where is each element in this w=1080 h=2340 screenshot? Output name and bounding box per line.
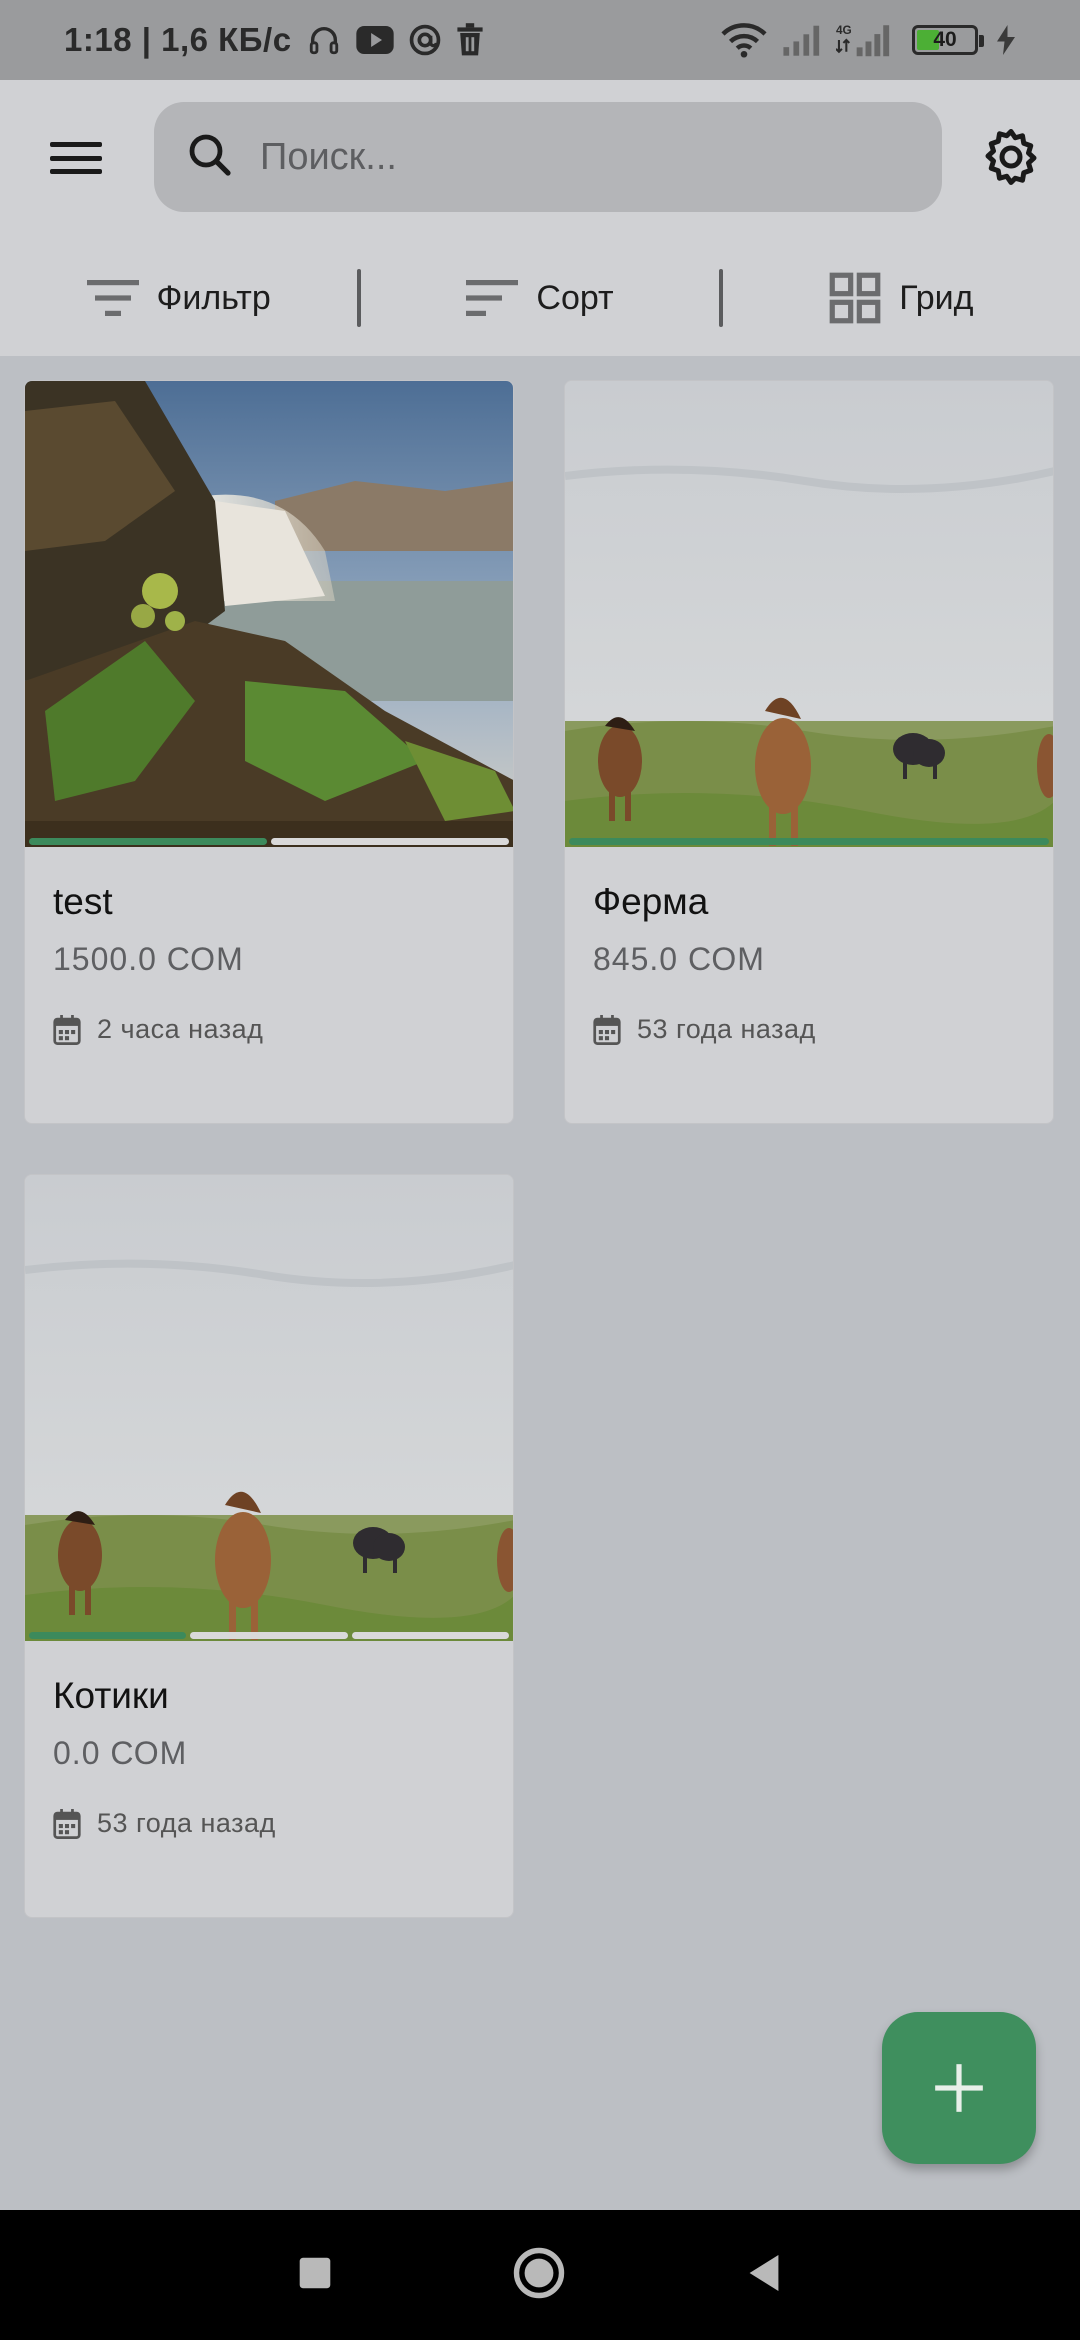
item-card[interactable]: Котики 0.0 СОМ 53 года назад — [24, 1174, 514, 1918]
carousel-segment — [190, 1632, 348, 1639]
item-title: Ферма — [593, 881, 709, 922]
trash-icon — [456, 23, 484, 57]
item-date-text: 53 года назад — [637, 1014, 816, 1044]
item-card[interactable]: test 1500.0 СОМ 2 часа назад — [24, 380, 514, 1124]
filter-button[interactable]: Фильтр — [0, 240, 357, 356]
plus-icon — [935, 2064, 983, 2112]
filter-icon — [86, 280, 139, 316]
recents-button[interactable] — [298, 2256, 332, 2295]
battery-indicator: 40 — [912, 25, 984, 55]
app-header: Фильтр Сорт Грид — [0, 80, 1080, 356]
at-sign-icon — [408, 23, 442, 57]
item-price: 845.0 СОМ — [593, 941, 765, 977]
search-icon — [186, 131, 234, 184]
item-price: 0.0 СОМ — [53, 1735, 188, 1771]
item-image-horses — [565, 381, 1053, 847]
search-input[interactable] — [260, 135, 900, 179]
home-circle-icon — [513, 2247, 565, 2298]
item-image-waterfall — [25, 381, 513, 847]
network-type-label: 4G — [836, 23, 852, 37]
gear-icon — [985, 129, 1037, 185]
grid-icon — [829, 272, 881, 324]
image-carousel-indicator — [569, 838, 1049, 845]
item-date: 53 года назад — [53, 1808, 485, 1839]
home-button[interactable] — [512, 2246, 566, 2305]
menu-button[interactable] — [40, 132, 112, 184]
item-date-text: 2 часа назад — [97, 1014, 264, 1044]
calendar-icon — [53, 1808, 81, 1839]
item-title: test — [53, 881, 113, 922]
search-bar[interactable] — [154, 102, 942, 212]
image-carousel-indicator — [29, 1632, 509, 1639]
grid-view-button[interactable]: Грид — [723, 240, 1080, 356]
status-bar: 1:18 | 1,6 КБ/с 4G 40 — [0, 0, 1080, 80]
toolbar: Фильтр Сорт Грид — [0, 240, 1080, 356]
menu-icon-line — [50, 142, 102, 147]
settings-button[interactable] — [978, 124, 1044, 190]
item-image-horses — [25, 1175, 513, 1641]
system-nav-bar — [0, 2210, 1080, 2340]
sort-label: Сорт — [536, 278, 614, 317]
item-date: 2 часа назад — [53, 1014, 485, 1045]
battery-percent: 40 — [933, 28, 957, 51]
add-item-button[interactable] — [882, 2012, 1036, 2164]
image-carousel-indicator — [29, 838, 509, 845]
item-price: 1500.0 СОМ — [53, 941, 244, 977]
youtube-icon — [355, 26, 394, 54]
carousel-segment — [271, 838, 509, 845]
item-card[interactable]: Ферма 845.0 СОМ 53 года назад — [564, 380, 1054, 1124]
square-icon — [299, 2257, 331, 2288]
grid-view-label: Грид — [899, 278, 974, 317]
signal-icon — [782, 24, 822, 56]
carousel-segment-active — [569, 838, 1049, 845]
carousel-segment — [351, 1632, 509, 1639]
sort-button[interactable]: Сорт — [361, 240, 718, 356]
filter-label: Фильтр — [156, 278, 271, 317]
headphones-icon — [306, 23, 342, 57]
signal-4g-icon: 4G — [836, 22, 898, 58]
menu-icon-line — [50, 155, 102, 161]
back-triangle-icon — [749, 2254, 779, 2291]
wifi-icon — [720, 22, 768, 58]
carousel-segment-active — [29, 1632, 187, 1639]
item-date-text: 53 года назад — [97, 1808, 276, 1838]
menu-icon-line — [50, 169, 102, 174]
item-date: 53 года назад — [593, 1014, 1025, 1045]
calendar-icon — [53, 1014, 81, 1045]
sort-icon — [466, 280, 519, 316]
charging-icon — [996, 25, 1016, 55]
calendar-icon — [593, 1014, 621, 1045]
back-button[interactable] — [746, 2253, 782, 2298]
item-title: Котики — [53, 1675, 169, 1716]
carousel-segment-active — [29, 838, 267, 845]
status-time-speed: 1:18 | 1,6 КБ/с — [64, 21, 292, 58]
